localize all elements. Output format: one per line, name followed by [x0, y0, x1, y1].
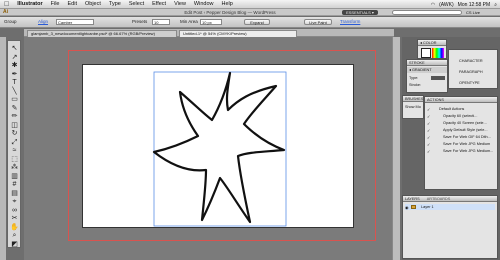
selection-type-label: Group	[4, 19, 17, 24]
min-area-field[interactable]: 10 px	[200, 19, 222, 25]
brush-dropdown[interactable]: Camber	[56, 19, 94, 25]
opentype-panel-tab[interactable]: OPENTYPE	[451, 80, 495, 86]
menu-object[interactable]: Object	[81, 1, 105, 7]
tab-document-1[interactable]: glamjamb_3_newdocumentlightcanbe.psd* @ …	[27, 30, 177, 37]
layers-panel-header: LAYERS ARTBOARDS	[403, 196, 497, 202]
battery-indicator[interactable]: (AWK)	[439, 2, 454, 8]
presets-field[interactable]: 10	[152, 19, 170, 25]
tab-document-2[interactable]: Untitled-1* @ 54% (CMYK/Preview)	[179, 30, 297, 37]
actions-panel: ACTIONS ✓ Default Actions ✓ Opacity 60 (se…	[424, 96, 498, 190]
search-input[interactable]	[392, 10, 462, 15]
live-paint-button[interactable]: Live Paint	[304, 19, 332, 25]
character-panel-tab[interactable]: CHARACTER	[451, 58, 495, 64]
menu-view[interactable]: View	[170, 1, 190, 7]
color-panel: ◂ COLOR	[417, 39, 447, 59]
toggle-icon[interactable]: ✓	[427, 135, 430, 140]
status-menu: ◠ (AWK) Mon 12:58 PM ⌕	[431, 0, 497, 9]
min-area-label: Min Area	[180, 19, 198, 24]
vertical-scrollbar[interactable]	[392, 37, 400, 260]
action-item[interactable]: Save For Web GIF 64 Dith...	[427, 135, 491, 139]
menu-type[interactable]: Type	[105, 1, 125, 7]
tools-panel: ↖ ↗ ✱ ✒ T ╲ ▭ ✎ ✏ ◫ ↻ ⤢ ≈ ⬚ ⁂ ▥ # ▤ ⌖ ∞ ✂ ✋ ⌕ ◩	[7, 40, 21, 248]
type-panel-group: CHARACTER PARAGRAPH OPENTYPE	[448, 49, 498, 89]
tab-artboards[interactable]: ARTBOARDS	[421, 197, 451, 201]
action-set-default[interactable]: Default Actions	[427, 107, 464, 111]
action-item[interactable]: Save For Web JPG Medium...	[427, 149, 493, 153]
toggle-icon[interactable]: ✓	[427, 149, 430, 154]
layer-name[interactable]: Layer 1	[405, 205, 434, 209]
menu-select[interactable]: Select	[125, 1, 148, 7]
application-bar: Ai Edit Post ‹ Pepper Design Blog — Word…	[0, 9, 500, 16]
presets-label: Presets	[132, 19, 148, 24]
fill-swatch[interactable]	[421, 48, 431, 58]
tab-layers[interactable]: LAYERS	[405, 197, 420, 201]
right-panel-dock: ◂ COLOR STROKE ◂ GRADIENT Type: Stroke: …	[402, 37, 500, 260]
menu-effect[interactable]: Effect	[148, 1, 170, 7]
menu-edit[interactable]: Edit	[64, 1, 81, 7]
gradient-slider[interactable]	[431, 76, 445, 80]
stroke-label: Stroke:	[409, 83, 422, 87]
toggle-icon[interactable]: ✓	[427, 107, 430, 112]
star-path[interactable]	[152, 71, 286, 224]
app-logo-icon: Ai	[3, 9, 8, 15]
color-panel-header[interactable]: ◂ COLOR	[418, 40, 446, 46]
menu-illustrator[interactable]: Illustrator	[13, 1, 46, 7]
document-tab-bar: glamjamb_3_newdocumentlightcanbe.psd* @ …	[24, 29, 394, 37]
action-item[interactable]: Save For Web JPG Medium	[427, 142, 490, 146]
window-title: Edit Post ‹ Pepper Design Blog — WordPre…	[184, 10, 276, 15]
brushes-panel-header[interactable]: BRUSHES	[403, 96, 423, 102]
star-shape[interactable]	[150, 70, 290, 230]
visibility-eye-icon[interactable]: ◉	[405, 205, 409, 210]
menu-bar:  Illustrator File Edit Object Type Sele…	[0, 0, 500, 9]
fill-stroke-icon[interactable]: ◩	[9, 239, 20, 250]
layers-panel: LAYERS ARTBOARDS ◉ Layer 1	[402, 195, 498, 259]
left-dock	[0, 37, 6, 260]
workspace-switcher[interactable]: ESSENTIALS ▾	[342, 10, 378, 15]
show-modes-label: Show Modes	[405, 105, 421, 109]
toggle-icon[interactable]: ✓	[427, 114, 430, 119]
apple-menu-icon[interactable]: 	[0, 1, 13, 8]
stroke-panel-header[interactable]: STROKE	[407, 60, 447, 66]
color-spectrum[interactable]	[432, 48, 444, 58]
action-item[interactable]: Apply Default Style (sele...	[427, 128, 488, 132]
control-bar: Group Align Camber Presets 10 Min Area 1…	[0, 17, 500, 28]
wifi-icon[interactable]: ◠	[431, 2, 435, 8]
paragraph-panel-tab[interactable]: PARAGRAPH	[451, 69, 495, 75]
stroke-panel: STROKE ◂ GRADIENT Type: Stroke:	[406, 59, 448, 93]
cs-live-button[interactable]: CS Live	[466, 10, 480, 15]
menu-help[interactable]: Help	[217, 1, 236, 7]
menu-file[interactable]: File	[47, 1, 64, 7]
expand-button[interactable]: Expand	[244, 19, 270, 25]
gradient-panel-header[interactable]: ◂ GRADIENT	[407, 67, 447, 73]
toggle-icon[interactable]: ✓	[427, 128, 430, 133]
brushes-panel: BRUSHES Show Modes	[402, 95, 424, 119]
actions-panel-header[interactable]: ACTIONS	[425, 97, 497, 103]
action-item[interactable]: Opacity 60 (selecti...	[427, 114, 477, 118]
transform-link[interactable]: Transform	[340, 19, 360, 24]
toggle-icon[interactable]: ✓	[427, 121, 430, 126]
spotlight-search-icon[interactable]: ⌕	[494, 2, 497, 8]
action-item[interactable]: Opacity 40 Screen (sele...	[427, 121, 487, 125]
align-link[interactable]: Align	[38, 19, 48, 24]
layer-thumbnail	[411, 205, 416, 209]
toggle-icon[interactable]: ✓	[427, 142, 430, 147]
menu-window[interactable]: Window	[190, 1, 218, 7]
clock[interactable]: Mon 12:58 PM	[458, 2, 491, 8]
